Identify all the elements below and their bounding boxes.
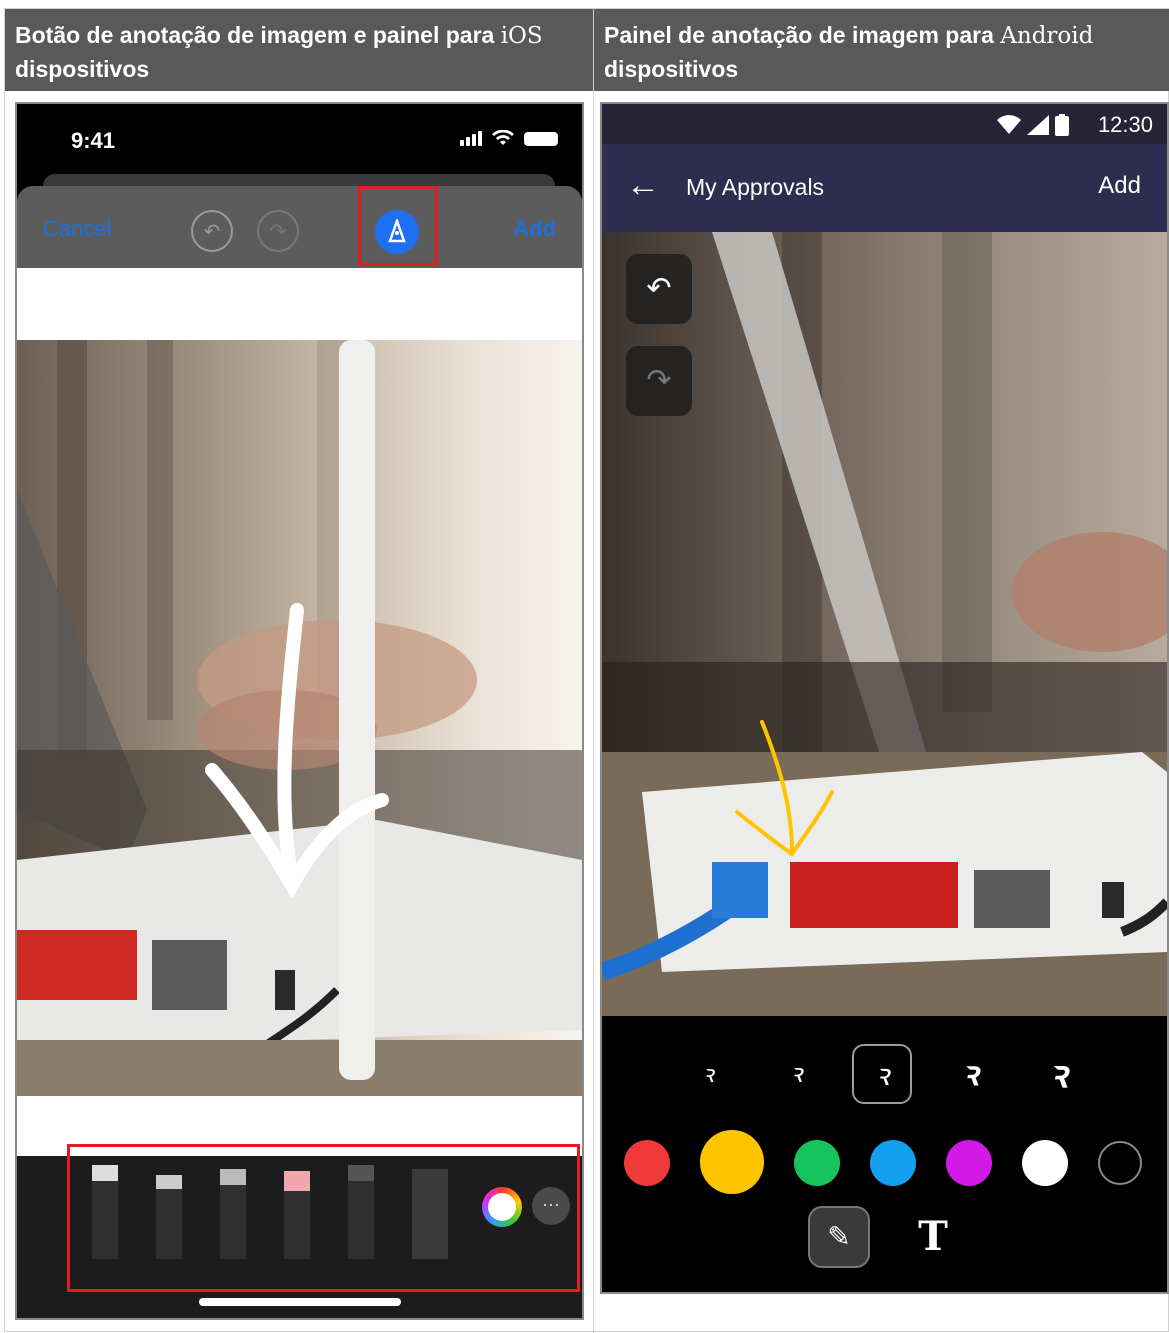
undo-icon: ↶ <box>646 272 672 305</box>
fountain-pen-tool-icon[interactable] <box>348 1165 374 1259</box>
android-status-icons <box>997 114 1069 136</box>
page-title: My Approvals <box>686 174 825 200</box>
add-button[interactable]: Add <box>1098 172 1141 200</box>
stroke-thick-icon[interactable]: ꝛ <box>940 1044 1000 1104</box>
header-android-prefix: Painel de anotação de imagem para <box>604 22 1001 48</box>
stroke-thin-icon[interactable]: ꝛ <box>766 1044 826 1104</box>
pen-tool-button[interactable]: ✎ <box>808 1206 870 1268</box>
header-android-suffix: dispositivos <box>604 56 739 82</box>
redo-icon: ↷ <box>646 364 672 397</box>
tool-palette-highlight: ··· <box>67 1144 580 1292</box>
wifi-icon <box>997 115 1021 134</box>
color-picker-icon[interactable] <box>482 1187 522 1227</box>
color-swatch-purple[interactable] <box>946 1140 992 1186</box>
marker-tool-icon[interactable] <box>156 1175 182 1259</box>
back-arrow-icon[interactable]: ← <box>626 168 660 202</box>
text-tool-button[interactable]: T <box>908 1212 958 1262</box>
undo-icon[interactable]: ↶ <box>191 210 233 252</box>
text-icon: T <box>918 1213 948 1260</box>
header-ios-suffix: dispositivos <box>15 56 150 82</box>
color-swatch-red[interactable] <box>624 1140 670 1186</box>
android-screenshot: 12:30 ← My Approvals Add ↶ ↷ ꝛ ꝛ ꝛ ꝛ ꝛ ✎… <box>600 102 1169 1294</box>
stroke-extra-thin-icon[interactable]: ꝛ <box>678 1044 738 1104</box>
redo-button[interactable]: ↷ <box>626 346 692 416</box>
color-swatch-green[interactable] <box>794 1140 840 1186</box>
ruler-tool-icon[interactable] <box>412 1169 448 1259</box>
cancel-button[interactable]: Cancel <box>43 216 111 242</box>
annotation-panel: ꝛ ꝛ ꝛ ꝛ ꝛ ✎ T <box>602 1016 1167 1292</box>
photo-padding-top <box>17 268 582 340</box>
cellular-signal-icon <box>460 131 482 146</box>
markup-button-highlight[interactable] <box>358 186 438 266</box>
color-swatch-white[interactable] <box>1022 1140 1068 1186</box>
ios-markup-toolbar: Cancel ↶ ↷ Add <box>17 186 582 268</box>
header-android: Painel de anotação de imagem para Androi… <box>594 9 1169 91</box>
redo-icon[interactable]: ↷ <box>257 210 299 252</box>
markup-icon[interactable] <box>375 210 419 254</box>
pencil-tool-icon[interactable] <box>220 1169 246 1259</box>
header-android-platform: Android <box>1000 23 1094 49</box>
battery-icon <box>524 132 558 146</box>
android-app-bar: ← My Approvals Add <box>602 144 1167 232</box>
add-button[interactable]: Add <box>513 216 556 242</box>
color-swatch-blue[interactable] <box>870 1140 916 1186</box>
color-swatch-yellow[interactable] <box>700 1130 764 1194</box>
android-status-time: 12:30 <box>1097 112 1153 137</box>
ios-status-time: 9:41 <box>71 128 116 153</box>
ios-status-icons <box>460 130 558 146</box>
header-ios-platform: iOS <box>500 23 543 49</box>
more-options-button[interactable]: ··· <box>532 1187 570 1225</box>
column-divider <box>593 9 594 1333</box>
android-status-bar: 12:30 <box>602 104 1167 144</box>
ios-screenshot: 9:41 Cancel ↶ ↷ Add ··· <box>15 102 584 1320</box>
pen-icon: ✎ <box>827 1221 851 1252</box>
eraser-tool-icon[interactable] <box>284 1171 310 1259</box>
stroke-extra-thick-icon[interactable]: ꝛ <box>1028 1044 1088 1104</box>
header-ios: Botão de anotação de imagem e painel par… <box>5 9 593 91</box>
battery-icon <box>1055 114 1069 136</box>
ios-tool-palette: ··· <box>17 1144 582 1318</box>
color-swatch-black[interactable] <box>1098 1141 1142 1185</box>
pen-tool-icon[interactable] <box>92 1165 118 1259</box>
home-indicator <box>199 1298 401 1306</box>
router-photo <box>17 340 582 1096</box>
wifi-icon <box>492 130 514 145</box>
undo-button[interactable]: ↶ <box>626 254 692 324</box>
stroke-medium-icon[interactable]: ꝛ <box>852 1044 912 1104</box>
cellular-signal-icon <box>1027 115 1049 135</box>
header-ios-prefix: Botão de anotação de imagem e painel par… <box>15 22 501 48</box>
